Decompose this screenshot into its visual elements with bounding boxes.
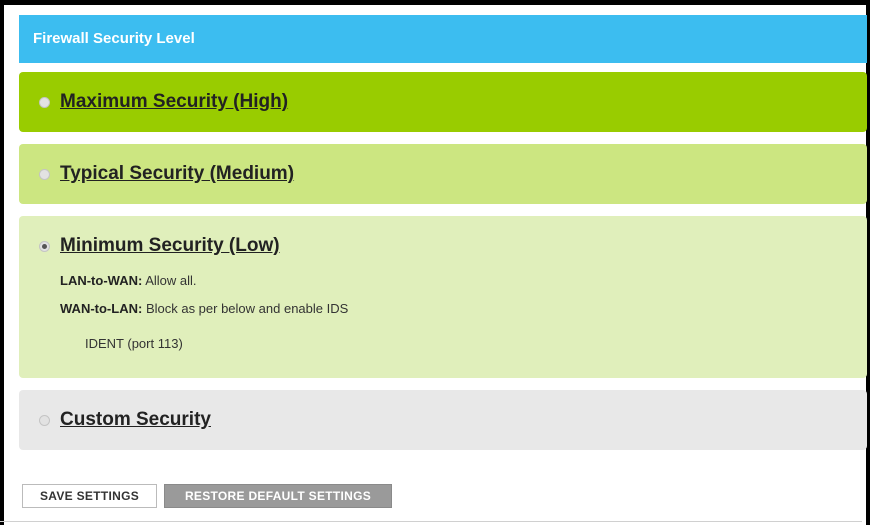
section-header: Firewall Security Level xyxy=(19,15,867,63)
restore-default-settings-button[interactable]: RESTORE DEFAULT SETTINGS xyxy=(164,484,392,508)
radio-custom-security[interactable] xyxy=(39,414,50,426)
save-settings-button[interactable]: SAVE SETTINGS xyxy=(22,484,157,508)
option-label-custom[interactable]: Custom Security xyxy=(60,409,211,431)
wan-to-lan-key: WAN-to-LAN: xyxy=(60,301,143,316)
option-label-minimum[interactable]: Minimum Security (Low) xyxy=(60,235,280,257)
ident-rule: IDENT (port 113) xyxy=(85,336,183,351)
option-typical-security[interactable]: Typical Security (Medium) xyxy=(19,144,867,204)
radio-typical-security[interactable] xyxy=(39,168,50,180)
option-row: Maximum Security (High) xyxy=(39,88,288,116)
option-minimum-security[interactable]: Minimum Security (Low) LAN-to-WAN: Allow… xyxy=(19,216,867,378)
option-row: Minimum Security (Low) xyxy=(39,232,280,260)
lan-to-wan-value: Allow all. xyxy=(145,273,197,288)
wan-to-lan-rule: WAN-to-LAN: Block as per below and enabl… xyxy=(60,301,348,316)
option-maximum-security[interactable]: Maximum Security (High) xyxy=(19,72,867,132)
radio-minimum-security[interactable] xyxy=(39,240,50,252)
bottom-divider xyxy=(0,521,862,522)
option-label-typical[interactable]: Typical Security (Medium) xyxy=(60,163,294,185)
section-title: Firewall Security Level xyxy=(33,30,195,47)
lan-to-wan-key: LAN-to-WAN: xyxy=(60,273,143,288)
option-row: Custom Security xyxy=(39,406,211,434)
option-label-maximum[interactable]: Maximum Security (High) xyxy=(60,91,288,113)
lan-to-wan-rule: LAN-to-WAN: Allow all. xyxy=(60,273,197,288)
radio-maximum-security[interactable] xyxy=(39,96,50,108)
option-row: Typical Security (Medium) xyxy=(39,160,294,188)
option-custom-security[interactable]: Custom Security xyxy=(19,390,867,450)
wan-to-lan-value: Block as per below and enable IDS xyxy=(145,301,349,316)
